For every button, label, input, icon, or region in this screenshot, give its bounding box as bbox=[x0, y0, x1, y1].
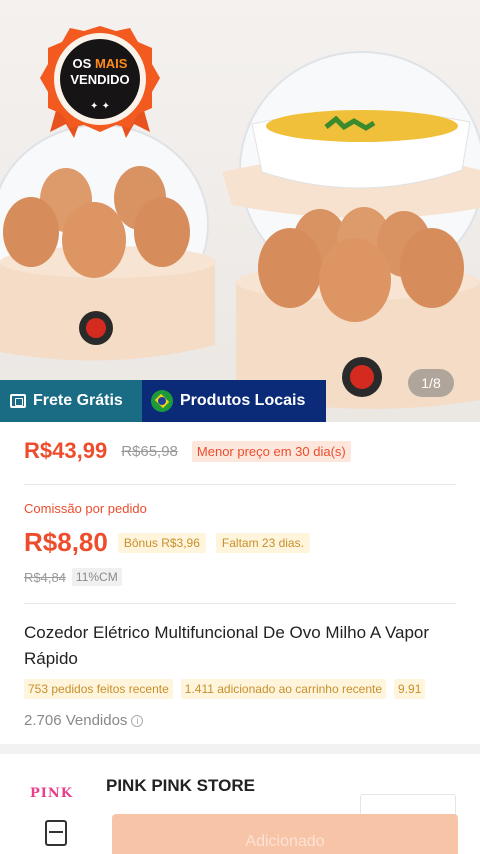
bonus-badge: Bônus R$3,96 bbox=[117, 532, 206, 553]
best-seller-badge: OS MAIS VENDIDO bbox=[52, 56, 148, 88]
store-logo[interactable]: PINK bbox=[30, 786, 73, 801]
badge-text-mais: MAIS bbox=[94, 56, 128, 71]
product-tags: Frete Grátis Produtos Locais bbox=[0, 380, 326, 422]
product-stats: 753 pedidos feitos recente 1.411 adicion… bbox=[24, 679, 426, 699]
commission-sub-row: R$4,84 11%CM bbox=[24, 568, 122, 586]
local-products-tag: Produtos Locais bbox=[142, 380, 326, 422]
truck-icon bbox=[10, 394, 26, 408]
section-separator bbox=[0, 744, 480, 754]
svg-text:✦ ✦: ✦ ✦ bbox=[90, 101, 110, 112]
commission-rate-badge: 11%CM bbox=[71, 568, 122, 586]
product-image-carousel[interactable]: ✦ ✦ OS MAIS VENDIDO 1/8 Frete Grátis Pro… bbox=[0, 0, 480, 422]
info-icon[interactable]: i bbox=[131, 714, 144, 727]
old-commission: R$4,84 bbox=[24, 569, 66, 585]
commission-label: Comissão por pedido bbox=[24, 501, 147, 516]
divider bbox=[24, 484, 456, 485]
remaining-days-badge: Faltam 23 dias. bbox=[215, 532, 310, 553]
local-products-label: Produtos Locais bbox=[180, 392, 306, 409]
badge-text-vendido: VENDIDO bbox=[70, 72, 130, 87]
lowest-price-badge: Menor preço em 30 dia(s) bbox=[191, 440, 351, 462]
add-button[interactable]: Adicionado bbox=[112, 814, 458, 854]
stat-badge: 9.91 bbox=[394, 679, 426, 699]
added-to-cart-badge: 1.411 adicionado ao carrinho recente bbox=[180, 679, 387, 699]
image-counter: 1/8 bbox=[408, 369, 454, 397]
sold-count: 2.706 Vendidos i bbox=[24, 712, 144, 729]
sold-count-text: 2.706 Vendidos bbox=[24, 712, 128, 729]
brazil-flag-icon bbox=[151, 390, 173, 412]
commission-row: R$8,80 Bônus R$3,96 Faltam 23 dias. bbox=[24, 527, 310, 558]
free-shipping-label: Frete Grátis bbox=[33, 392, 123, 409]
original-price: R$65,98 bbox=[121, 442, 178, 460]
current-price: R$43,99 bbox=[24, 438, 108, 463]
product-title: Cozedor Elétrico Multifuncional De Ovo M… bbox=[24, 623, 430, 668]
recent-orders-badge: 753 pedidos feitos recente bbox=[24, 679, 173, 699]
badge-text-os: OS bbox=[72, 56, 92, 71]
commission-value: R$8,80 bbox=[24, 527, 108, 557]
store-name[interactable]: PINK PINK STORE bbox=[106, 776, 255, 796]
store-menu-icon[interactable] bbox=[45, 820, 67, 846]
free-shipping-tag: Frete Grátis bbox=[0, 380, 142, 422]
divider bbox=[24, 603, 456, 604]
price-row: R$43,99 R$65,98 Menor preço em 30 dia(s) bbox=[24, 438, 351, 464]
